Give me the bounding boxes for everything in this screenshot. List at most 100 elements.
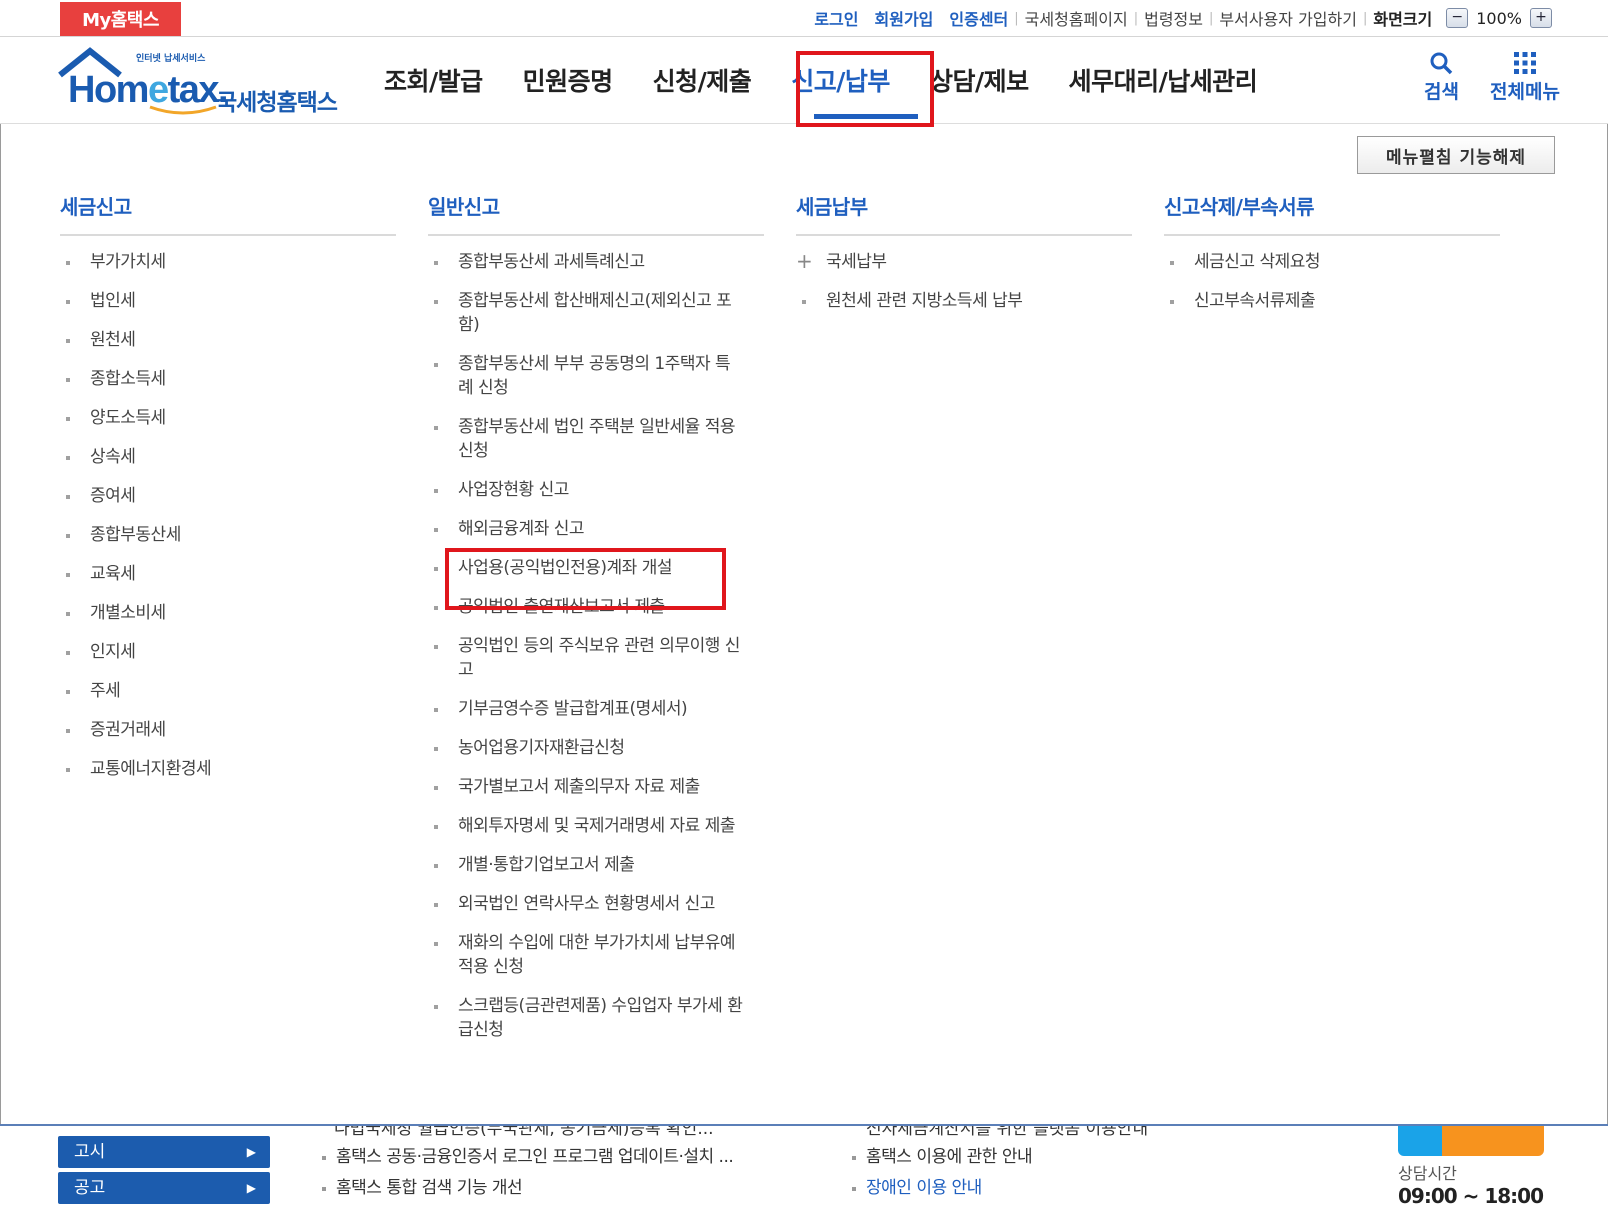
dept-user-signup-link[interactable]: 부서사용자 가입하기	[1219, 6, 1357, 30]
screen-size-label: 화면크기	[1373, 10, 1433, 29]
arrow-right-icon: ▶	[246, 1145, 256, 1159]
logo-subtitle: 국세청홈택스	[216, 90, 338, 116]
arrow-right-icon: ▶	[246, 1181, 256, 1195]
cert-center-link[interactable]: 인증센터	[949, 6, 1008, 30]
notice-item[interactable]: 홈택스 통합 검색 기능 개선	[320, 1173, 733, 1204]
menu-column-tax-report: 세금신고 부가가치세 법인세 원천세 종합소득세 양도소득세 상속세 증여세 종…	[60, 190, 396, 796]
column-title: 세금신고	[60, 195, 132, 219]
menu-item[interactable]: 사업장현황 신고	[428, 478, 744, 502]
hometax-logo[interactable]: 인터넷 납세서비스 Hometax. 국세청홈택스	[56, 47, 346, 116]
announcement-button[interactable]: 공고 ▶	[58, 1172, 270, 1204]
nav-consult-report[interactable]: 상담/제보	[930, 62, 1029, 98]
menu-item[interactable]: 신고부속서류제출	[1164, 289, 1500, 313]
highlight-box-menu-item	[445, 548, 726, 610]
nav-civil-certificate[interactable]: 민원증명	[523, 62, 614, 98]
menu-item[interactable]: 개별·통합기업보고서 제출	[428, 853, 744, 877]
column-divider	[796, 234, 1132, 236]
menu-list: 세금신고 삭제요청 신고부속서류제출	[1164, 250, 1500, 313]
menu-list: 종합부동산세 과세특례신고 종합부동산세 합산배제신고(제외신고 포함) 종합부…	[428, 250, 764, 1042]
utility-links: 로그인 회원가입 인증센터 | 국세청홈페이지 | 법령정보 | 부서사용자 가…	[798, 4, 1552, 32]
main-header: 인터넷 납세서비스 Hometax. 국세청홈택스 조회/발급 민원증명 신청/…	[0, 37, 1608, 127]
my-hometax-tab[interactable]: My홈택스	[60, 2, 181, 36]
column-divider	[1164, 234, 1500, 236]
page-bottom-strip: 고시 ▶ 공고 ▶ 다법국세청 월급인증(무국관세, 농기금세)등록 확인...…	[0, 1124, 1608, 1214]
separator: |	[1209, 10, 1214, 26]
call-center-number-graphic	[1398, 1126, 1544, 1156]
utility-bar: My홈택스 로그인 회원가입 인증센터 | 국세청홈페이지 | 법령정보 | 부…	[0, 0, 1608, 37]
menu-item[interactable]: 상속세	[60, 445, 396, 469]
nts-homepage-link[interactable]: 국세청홈페이지	[1025, 6, 1128, 30]
menu-item[interactable]: 해외금융계좌 신고	[428, 517, 744, 541]
guide-list: 홈택스 이용에 관한 안내 장애인 이용 안내	[850, 1142, 1033, 1204]
menu-column-tax-payment: 세금납부 국세납부 원천세 관련 지방소득세 납부	[796, 190, 1132, 328]
menu-item[interactable]: 인지세	[60, 640, 396, 664]
menu-item[interactable]: 세금신고 삭제요청	[1164, 250, 1500, 274]
menu-item[interactable]: 개별소비세	[60, 601, 396, 625]
separator: |	[1014, 10, 1019, 26]
menu-item[interactable]: 국가별보고서 제출의무자 자료 제출	[428, 775, 744, 799]
menu-fold-toggle-button[interactable]: 메뉴펼침 기능해제	[1357, 136, 1555, 174]
zoom-out-button[interactable]: −	[1446, 8, 1469, 28]
menu-item[interactable]: 증여세	[60, 484, 396, 508]
column-title: 일반신고	[428, 195, 500, 219]
menu-item[interactable]: 재화의 수입에 대한 부가가치세 납부유예 적용 신청	[428, 931, 744, 979]
guide-item[interactable]: 홈택스 이용에 관한 안내	[850, 1142, 1033, 1173]
menu-item[interactable]: 종합소득세	[60, 367, 396, 391]
menu-item[interactable]: 원천세	[60, 328, 396, 352]
menu-item[interactable]: 종합부동산세	[60, 523, 396, 547]
notice-list: 홈택스 공동·금융인증서 로그인 프로그램 업데이트·설치 ... 홈택스 통합…	[320, 1142, 734, 1204]
grid-menu-icon	[1513, 52, 1536, 74]
guide-item-accessibility[interactable]: 장애인 이용 안내	[850, 1173, 1032, 1204]
menu-item[interactable]: 교통에너지환경세	[60, 757, 396, 781]
menu-item[interactable]: 부가가치세	[60, 250, 396, 274]
call-center-banner: 상담시간 09:00 ~ 18:00	[1398, 1126, 1548, 1214]
consult-hours: 09:00 ~ 18:00	[1398, 1184, 1544, 1208]
login-link[interactable]: 로그인	[814, 6, 858, 30]
nav-apply-submit[interactable]: 신청/제출	[653, 62, 752, 98]
nav-tax-agent[interactable]: 세무대리/납세관리	[1069, 62, 1258, 98]
menu-item-expandable[interactable]: 국세납부	[796, 249, 1132, 274]
logo-wordmark-part: Hom	[68, 69, 149, 111]
menu-item[interactable]: 공익법인 등의 주식보유 관련 의무이행 신고	[428, 634, 744, 682]
menu-item[interactable]: 증권거래세	[60, 718, 396, 742]
notice-button[interactable]: 고시 ▶	[58, 1136, 270, 1168]
highlight-box-nav	[796, 51, 934, 127]
separator: |	[1362, 10, 1368, 26]
column-title: 신고삭제/부속서류	[1164, 195, 1315, 219]
search-tool[interactable]: 검색	[1424, 51, 1459, 104]
menu-item[interactable]: 종합부동산세 합산배제신고(제외신고 포함)	[428, 289, 744, 337]
menu-item[interactable]: 양도소득세	[60, 406, 396, 430]
all-menu-tool[interactable]: 전체메뉴	[1490, 51, 1560, 104]
menu-item[interactable]: 해외투자명세 및 국제거래명세 자료 제출	[428, 814, 744, 838]
menu-item[interactable]: 농어업용기자재환급신청	[428, 736, 744, 760]
search-label: 검색	[1424, 81, 1459, 103]
notice-button-label: 고시	[74, 1142, 106, 1162]
menu-item[interactable]: 종합부동산세 부부 공동명의 1주택자 특례 신청	[428, 352, 744, 400]
menu-item[interactable]: 기부금영수증 발급합계표(명세서)	[428, 697, 744, 721]
logo-swoosh-icon	[149, 105, 217, 115]
menu-item[interactable]: 법인세	[60, 289, 396, 313]
announcement-button-label: 공고	[74, 1178, 106, 1198]
menu-item[interactable]: 종합부동산세 법인 주택분 일반세율 적용 신청	[428, 415, 744, 463]
column-divider	[428, 234, 764, 236]
consult-hours-label: 상담시간	[1398, 1164, 1457, 1183]
menu-item[interactable]: 원천세 관련 지방소득세 납부	[796, 289, 1132, 313]
notice-item[interactable]: 홈택스 공동·금융인증서 로그인 프로그램 업데이트·설치 ...	[320, 1142, 734, 1173]
signup-link[interactable]: 회원가입	[875, 6, 934, 30]
menu-item[interactable]: 스크랩등(금관련제품) 수입업자 부가세 환급신청	[428, 994, 744, 1042]
guide-cut-text: 전자세금계산서를 위한 플랫폼 이용안내	[866, 1124, 1149, 1139]
notice-cut-text: 다법국세청 월급인증(무국관세, 농기금세)등록 확인...	[334, 1124, 714, 1139]
column-title: 세금납부	[796, 195, 868, 219]
menu-list: 부가가치세 법인세 원천세 종합소득세 양도소득세 상속세 증여세 종합부동산세…	[60, 250, 396, 781]
column-divider	[60, 234, 396, 236]
logo-tagline: 인터넷 납세서비스	[136, 54, 206, 64]
menu-list: 국세납부 원천세 관련 지방소득세 납부	[796, 249, 1132, 313]
menu-item[interactable]: 주세	[60, 679, 396, 703]
nav-inquiry-issue[interactable]: 조회/발급	[384, 62, 483, 98]
menu-item[interactable]: 교육세	[60, 562, 396, 586]
menu-item[interactable]: 종합부동산세 과세특례신고	[428, 250, 744, 274]
menu-item[interactable]: 외국법인 연락사무소 현황명세서 신고	[428, 892, 744, 916]
law-info-link[interactable]: 법령정보	[1144, 6, 1203, 30]
search-icon	[1430, 52, 1453, 75]
zoom-in-button[interactable]: +	[1530, 8, 1552, 28]
